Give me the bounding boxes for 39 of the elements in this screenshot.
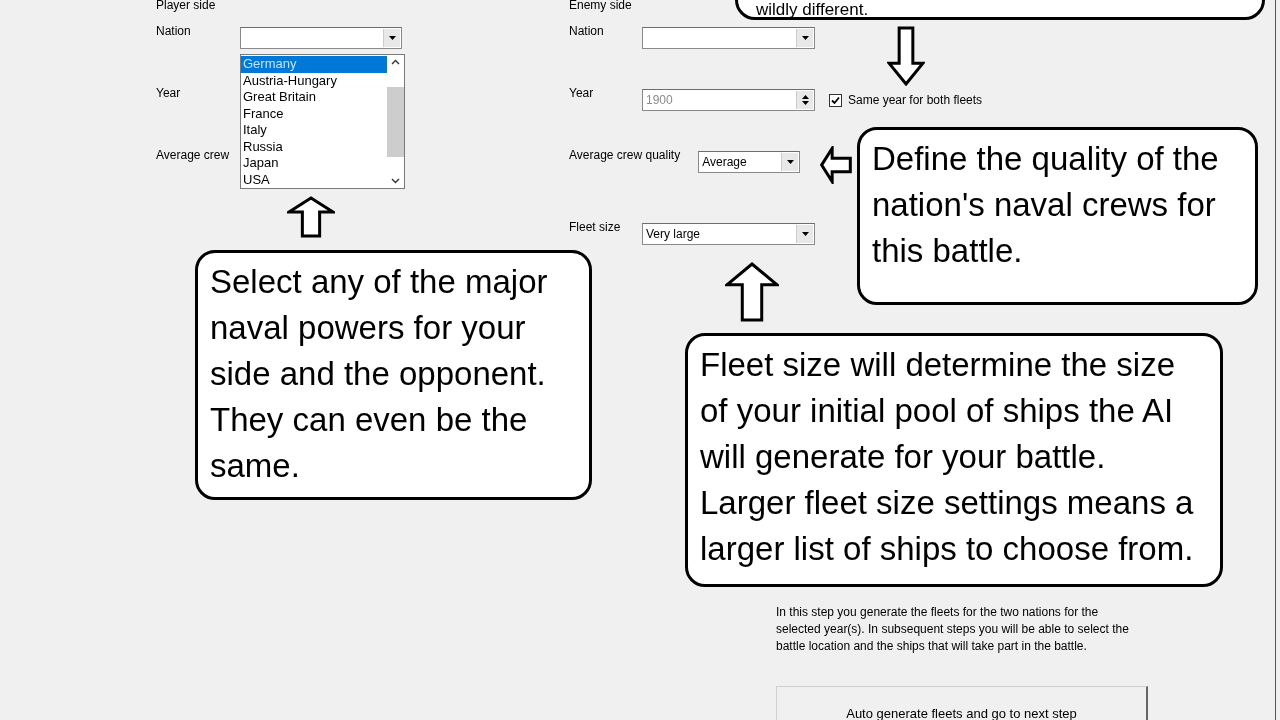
list-item[interactable]: Japan [241, 155, 387, 172]
nation-dropdown[interactable] [642, 27, 815, 49]
field-label: Year [569, 85, 595, 101]
arrow-icon [887, 26, 925, 86]
callout: Select any of the major naval powers for your side and the opponent. They can even be the same. [195, 250, 592, 500]
field-label: Nation [569, 23, 605, 39]
chevron-up-icon[interactable] [391, 59, 400, 65]
list-item[interactable]: USA [241, 171, 387, 188]
checkbox-label: Same year for both fleets [848, 93, 983, 107]
fleet-size-dropdown[interactable]: Very large [642, 223, 815, 245]
field-label: Nation [156, 23, 192, 39]
section-title: Enemy side [569, 0, 632, 14]
caret-icon [801, 232, 809, 236]
callout: Define the quality of the nation's naval crews for this battle. [857, 127, 1258, 305]
list-item[interactable]: Austria-Hungary [241, 72, 387, 89]
field-label: Fleet size [569, 219, 622, 235]
description-text: In this step you generate the fleets for the two nations for the selected year(s). In subsequent steps you will be able to select the battle location and the ships that will take part in the battle. [776, 604, 1130, 655]
arrow-icon [287, 196, 335, 238]
checkbox[interactable] [829, 93, 842, 107]
field-label: Year [156, 85, 182, 101]
field-label: Average crew [156, 147, 231, 163]
caret-icon [786, 160, 794, 164]
section-title: Player side [156, 0, 216, 14]
arrow-icon [725, 262, 779, 322]
chevron-down-icon[interactable] [391, 178, 400, 184]
next-step-button[interactable]: Auto generate fleets and go to next step [776, 686, 1148, 720]
caret-icon [388, 36, 396, 40]
list-item[interactable]: Italy [241, 122, 387, 139]
list-item[interactable]: Great Britain [241, 89, 387, 106]
nation-dropdown[interactable] [240, 27, 402, 49]
field-label: Average crew quality [569, 147, 681, 163]
crew-quality-dropdown[interactable]: Average [698, 151, 801, 173]
callout: Fleet size will determine the size of your initial pool of ships the AI will generate for your battle. Larger fleet size settings means a larger list of ships to choose from. [685, 333, 1223, 587]
callout: wildly different. [735, 0, 1265, 20]
list-item[interactable]: Russia [241, 138, 387, 155]
spinner-arrows-icon [801, 94, 809, 106]
arrow-icon [820, 146, 852, 184]
caret-icon [801, 36, 809, 40]
list-item[interactable]: France [241, 105, 387, 122]
